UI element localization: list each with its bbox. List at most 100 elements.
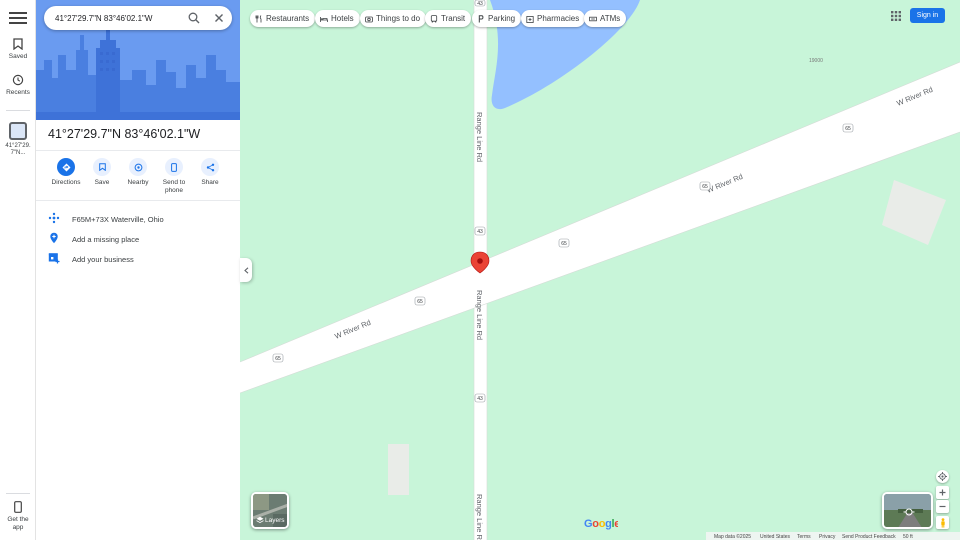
rail-label-get-app: Get the app	[7, 516, 29, 531]
chip-things-to-do[interactable]: Things to do	[360, 10, 427, 27]
bookmark-icon	[93, 158, 111, 176]
street-view-thumbnail[interactable]	[882, 492, 933, 529]
divider	[36, 200, 240, 201]
chip-transit[interactable]: Transit	[425, 10, 472, 27]
privacy-link[interactable]: Privacy	[819, 534, 835, 540]
page-title: 41°27'29.7"N 83°46'02.1"W	[48, 127, 201, 141]
map-label-number: 19000	[809, 58, 823, 64]
chip-hotels[interactable]: Hotels	[315, 10, 360, 27]
add-business-row[interactable]: Add your business	[36, 249, 240, 269]
place-thumbnail	[9, 122, 27, 140]
layers-label: Layers	[265, 517, 285, 524]
layers-button[interactable]: Layers	[251, 492, 289, 529]
pegman-icon	[940, 517, 945, 528]
google-logo: Google	[584, 516, 621, 533]
road-label-range-line: Range Line Rd	[475, 112, 484, 162]
svg-text:43: 43	[477, 1, 483, 7]
divider	[36, 150, 240, 151]
country-link[interactable]: United States	[760, 534, 790, 540]
route-shield-65: 65	[272, 353, 284, 363]
pegman-button[interactable]	[936, 516, 949, 529]
route-shield-43: 43	[474, 226, 486, 236]
map-footer: Map data ©2025 United States Terms Priva…	[706, 532, 960, 540]
street-view-icon	[903, 508, 915, 516]
add-business-icon	[48, 253, 60, 264]
svg-text:65: 65	[275, 356, 281, 362]
svg-text:65: 65	[845, 126, 851, 132]
history-icon	[12, 74, 24, 86]
rail-divider	[6, 110, 30, 111]
atm-icon	[589, 16, 597, 21]
chip-label-hotels: Hotels	[331, 14, 354, 23]
save-button[interactable]: Save	[84, 158, 120, 187]
plus-code-icon	[48, 212, 60, 224]
plus-code-text: F65M+73X Waterville, Ohio	[72, 215, 164, 224]
chip-pharmacies[interactable]: Pharmacies	[521, 10, 586, 27]
rail-item-current-place[interactable]: 41°27'29.7"N...	[0, 122, 36, 157]
send-to-phone-button[interactable]: Send to phone	[156, 158, 192, 195]
route-shield-43: 43	[474, 0, 486, 7]
share-label: Share	[201, 179, 219, 186]
phone-icon	[165, 158, 183, 176]
scale-label[interactable]: 50 ft	[903, 534, 913, 540]
directions-icon	[57, 158, 75, 176]
pharmacy-icon	[526, 15, 534, 23]
chip-atms[interactable]: ATMs	[584, 10, 627, 27]
svg-text:65: 65	[702, 184, 708, 190]
phone-icon	[14, 501, 22, 513]
chip-label-restaurants: Restaurants	[266, 14, 310, 23]
route-shield-65: 65	[414, 296, 426, 306]
my-location-button[interactable]	[936, 470, 949, 483]
rail-item-recents[interactable]: Recents	[0, 74, 36, 96]
bed-icon	[320, 16, 328, 22]
maps-app: W River Rd W River Rd W River Rd Range L…	[0, 0, 960, 540]
search-box	[44, 6, 232, 30]
nearby-icon	[129, 158, 147, 176]
route-shield-65: 65	[842, 123, 854, 133]
send-feedback-link[interactable]: Send Product Feedback	[842, 534, 896, 540]
zoom-in-button[interactable]	[936, 486, 949, 499]
add-missing-place-text: Add a missing place	[72, 235, 140, 244]
camera-icon	[365, 16, 373, 22]
nearby-button[interactable]: Nearby	[120, 158, 156, 187]
chip-label-pharmacies: Pharmacies	[537, 14, 580, 23]
search-input[interactable]	[55, 11, 183, 25]
map-data-attribution: Map data ©2025	[714, 533, 752, 540]
chip-parking[interactable]: Parking	[472, 10, 522, 27]
collapse-panel-button[interactable]	[240, 258, 252, 282]
svg-text:Google: Google	[584, 518, 618, 530]
google-wordmark: Google	[584, 518, 621, 530]
parking-icon	[478, 14, 484, 22]
rail-label-saved: Saved	[8, 53, 28, 60]
chip-label-transit: Transit	[441, 14, 466, 23]
apps-grid-icon[interactable]	[889, 9, 903, 23]
add-missing-place-row[interactable]: Add a missing place	[36, 229, 240, 249]
rail-divider	[6, 493, 30, 494]
share-button[interactable]: Share	[192, 158, 228, 187]
chip-restaurants[interactable]: Restaurants	[250, 10, 316, 27]
left-rail: Saved Recents 41°27'29.7"N... Get the ap…	[0, 0, 36, 540]
menu-icon[interactable]	[9, 10, 27, 26]
save-label: Save	[94, 179, 110, 186]
rail-item-get-app[interactable]: Get the app	[0, 501, 36, 532]
bookmark-icon	[13, 38, 23, 50]
svg-text:43: 43	[477, 396, 483, 402]
nearby-label: Nearby	[127, 179, 149, 186]
plus-code-row[interactable]: F65M+73X Waterville, Ohio	[36, 209, 240, 229]
search-icon[interactable]	[187, 11, 201, 25]
plus-icon	[939, 489, 946, 496]
rail-item-saved[interactable]: Saved	[0, 38, 36, 60]
my-location-icon	[938, 472, 947, 481]
svg-text:65: 65	[561, 241, 567, 247]
sign-in-button[interactable]: Sign in	[910, 8, 945, 23]
rail-label-recents: Recents	[6, 89, 30, 96]
chip-label-parking: Parking	[488, 14, 516, 23]
zoom-out-button[interactable]	[936, 500, 949, 513]
close-icon[interactable]	[212, 11, 226, 25]
directions-button[interactable]: Directions	[48, 158, 84, 187]
terms-link[interactable]: Terms	[797, 534, 811, 540]
rail-label-current: 41°27'29.7"N...	[5, 143, 31, 156]
route-shield-43: 43	[474, 393, 486, 403]
chevron-left-icon	[243, 266, 248, 274]
svg-text:65: 65	[417, 299, 423, 305]
